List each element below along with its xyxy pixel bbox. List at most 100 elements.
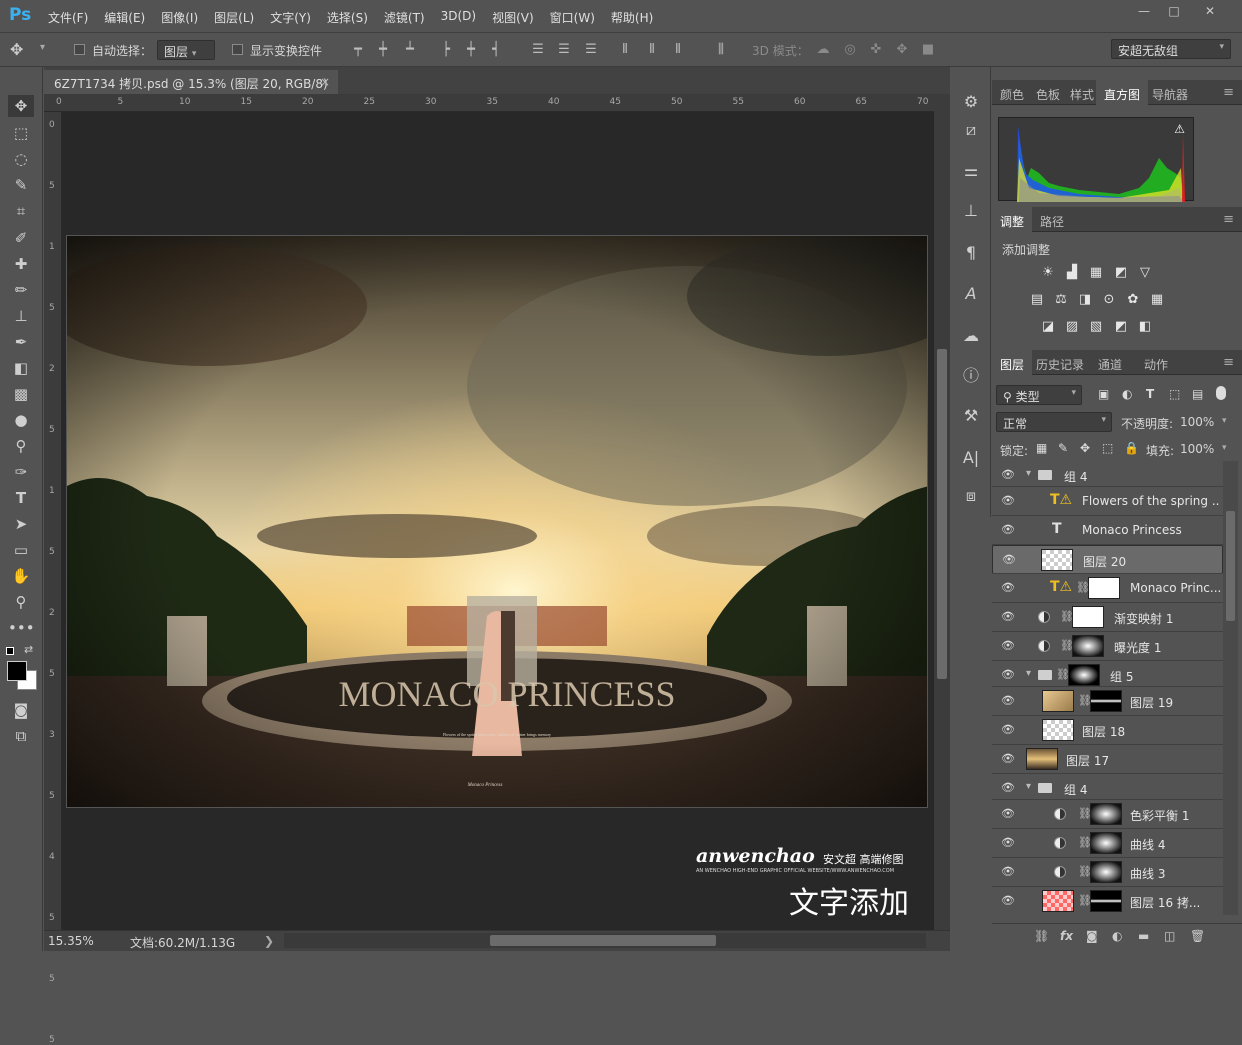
history-brush-tool-icon[interactable]: ✒: [8, 331, 34, 353]
layer-row[interactable]: 👁 T⚠ ⛓ Monaco Princ...: [992, 574, 1223, 603]
posterize-icon[interactable]: ▨: [1063, 319, 1081, 335]
quick-mask-icon[interactable]: ◙: [8, 699, 34, 721]
libraries-icon[interactable]: ☁: [960, 325, 982, 347]
align-top-icon[interactable]: ┯: [350, 42, 366, 58]
layer-row[interactable]: 👁 ▾ ⛓ 组 5: [992, 661, 1223, 687]
photo-filter-icon[interactable]: ⊙: [1100, 292, 1118, 308]
zoom-level[interactable]: 15.35%: [48, 934, 94, 948]
delete-layer-icon[interactable]: 🗑: [1190, 929, 1205, 943]
menu-item[interactable]: 图层(L): [214, 9, 254, 26]
selective-color-icon[interactable]: ◩: [1112, 319, 1130, 335]
eyedropper-tool-icon[interactable]: ✐: [8, 227, 34, 249]
layer-thumbnail[interactable]: [1042, 719, 1074, 741]
fill-value[interactable]: 100%: [1180, 442, 1214, 456]
3d-orbit-icon[interactable]: ☁: [815, 42, 831, 58]
black-white-icon[interactable]: ◨: [1076, 292, 1094, 308]
filter-toggle[interactable]: [1216, 386, 1226, 400]
workspace-dropdown[interactable]: 安超无敌组 ▾: [1111, 39, 1231, 59]
expand-arrow-icon[interactable]: ▾: [1026, 468, 1031, 479]
3d-camera-icon[interactable]: ■: [920, 42, 936, 58]
filter-adjust-icon[interactable]: ◐: [1122, 387, 1132, 401]
expand-arrow-icon[interactable]: ▾: [1026, 668, 1031, 679]
dodge-tool-icon[interactable]: ⚲: [8, 435, 34, 457]
layer-mask-thumbnail[interactable]: [1068, 664, 1100, 686]
brush-preset-icon[interactable]: ⧄: [960, 119, 982, 141]
panel-tab[interactable]: 通道: [1090, 350, 1130, 375]
auto-align-icon[interactable]: ⫼: [713, 42, 729, 58]
paragraph-icon[interactable]: ¶: [960, 242, 982, 264]
filter-shape-icon[interactable]: ⬚: [1169, 387, 1180, 401]
panel-tab[interactable]: 导航器: [1144, 80, 1196, 105]
blend-mode-dropdown[interactable]: 正常 ▾: [996, 412, 1112, 432]
panel-tab[interactable]: 路径: [1032, 207, 1072, 232]
visibility-eye-icon[interactable]: 👁: [1001, 468, 1015, 482]
layers-scroll-thumb[interactable]: [1226, 511, 1235, 621]
visibility-eye-icon[interactable]: 👁: [1001, 523, 1015, 537]
layer-row[interactable]: 👁 ⛓ 曝光度 1: [992, 632, 1223, 661]
panel-tab[interactable]: 历史记录: [1028, 350, 1092, 375]
menu-item[interactable]: 窗口(W): [550, 9, 595, 26]
blur-tool-icon[interactable]: ●: [8, 409, 34, 431]
new-layer-icon[interactable]: ◫: [1164, 929, 1175, 943]
layer-filter-dropdown[interactable]: ⚲ 类型 ▾: [996, 385, 1082, 405]
invert-icon[interactable]: ◪: [1039, 319, 1057, 335]
tool-presets-icon[interactable]: ⚒: [960, 405, 982, 427]
lasso-tool-icon[interactable]: ◌: [8, 148, 34, 170]
layer-thumbnail[interactable]: [1042, 690, 1074, 712]
link-layers-icon[interactable]: ⛓: [1034, 929, 1049, 943]
properties-icon[interactable]: ⚌: [960, 160, 982, 182]
menu-item[interactable]: 编辑(E): [104, 9, 145, 26]
quick-select-tool-icon[interactable]: ✎: [8, 174, 34, 196]
visibility-eye-icon[interactable]: 👁: [1001, 581, 1015, 595]
menu-item[interactable]: 图像(I): [161, 9, 198, 26]
vertical-scrollbar[interactable]: [934, 94, 950, 930]
auto-select-checkbox[interactable]: [74, 42, 85, 56]
layer-mask-thumbnail[interactable]: [1072, 606, 1104, 628]
layer-row[interactable]: 👁 图层 20: [992, 545, 1223, 574]
align-hcenter-icon[interactable]: ┿: [463, 42, 479, 58]
show-transform-checkbox[interactable]: [232, 42, 243, 56]
menu-item[interactable]: 文件(F): [48, 9, 88, 26]
filter-pixel-icon[interactable]: ▣: [1098, 387, 1109, 401]
layer-row[interactable]: 👁 ⛓ 图层 16 拷...: [992, 887, 1223, 915]
lock-artboard-icon[interactable]: ⬚: [1102, 441, 1113, 455]
visibility-eye-icon[interactable]: 👁: [1001, 639, 1015, 653]
swap-colors-icon[interactable]: ⇄: [24, 643, 33, 656]
type-tool-icon[interactable]: T: [8, 487, 34, 509]
panel-menu-icon[interactable]: ≡: [1223, 212, 1234, 227]
foreground-color-swatch[interactable]: [7, 661, 27, 681]
move-tool-icon[interactable]: ✥: [8, 95, 34, 117]
marquee-tool-icon[interactable]: ⬚: [8, 122, 34, 144]
panel-tab[interactable]: 直方图: [1096, 80, 1149, 105]
status-menu-icon[interactable]: ❯: [264, 934, 274, 948]
default-colors-icon[interactable]: [6, 647, 14, 655]
fx-icon[interactable]: fx: [1060, 929, 1073, 943]
document-tab[interactable]: 6Z7T1734 拷贝.psd @ 15.3% (图层 20, RGB/8) *…: [44, 70, 338, 106]
hue-saturation-icon[interactable]: ▤: [1028, 292, 1046, 308]
color-lookup-icon[interactable]: ▦: [1148, 292, 1166, 308]
layer-row[interactable]: 👁 图层 17: [992, 745, 1223, 774]
warning-icon[interactable]: ⚠: [1174, 122, 1185, 136]
clone-source-icon[interactable]: ⊥: [960, 200, 982, 222]
distribute-left-icon[interactable]: ⫴: [617, 42, 633, 58]
visibility-eye-icon[interactable]: 👁: [1001, 723, 1015, 737]
info-icon[interactable]: ⓘ: [960, 365, 982, 387]
minimize-button[interactable]: —: [1130, 2, 1158, 20]
new-group-icon[interactable]: ▬: [1138, 929, 1149, 943]
layer-mask-thumbnail[interactable]: [1090, 832, 1122, 854]
healing-brush-tool-icon[interactable]: ✚: [8, 253, 34, 275]
levels-icon[interactable]: ▟: [1063, 265, 1081, 281]
menu-item[interactable]: 帮助(H): [611, 9, 653, 26]
character-styles-icon[interactable]: A|: [960, 447, 982, 469]
distribute-hcenter-icon[interactable]: ⫴: [644, 42, 660, 58]
threshold-icon[interactable]: ▧: [1087, 319, 1105, 335]
panel-tab[interactable]: 颜色: [992, 80, 1032, 105]
distribute-top-icon[interactable]: ☰: [530, 42, 546, 58]
visibility-eye-icon[interactable]: 👁: [1001, 494, 1015, 508]
menu-item[interactable]: 滤镜(T): [384, 9, 425, 26]
align-vcenter-icon[interactable]: ┿: [375, 42, 391, 58]
visibility-eye-icon[interactable]: 👁: [1001, 807, 1015, 821]
layer-mask-thumbnail[interactable]: [1090, 890, 1122, 912]
layer-thumbnail[interactable]: [1026, 748, 1058, 770]
move-tool-icon[interactable]: ✥: [10, 40, 23, 59]
